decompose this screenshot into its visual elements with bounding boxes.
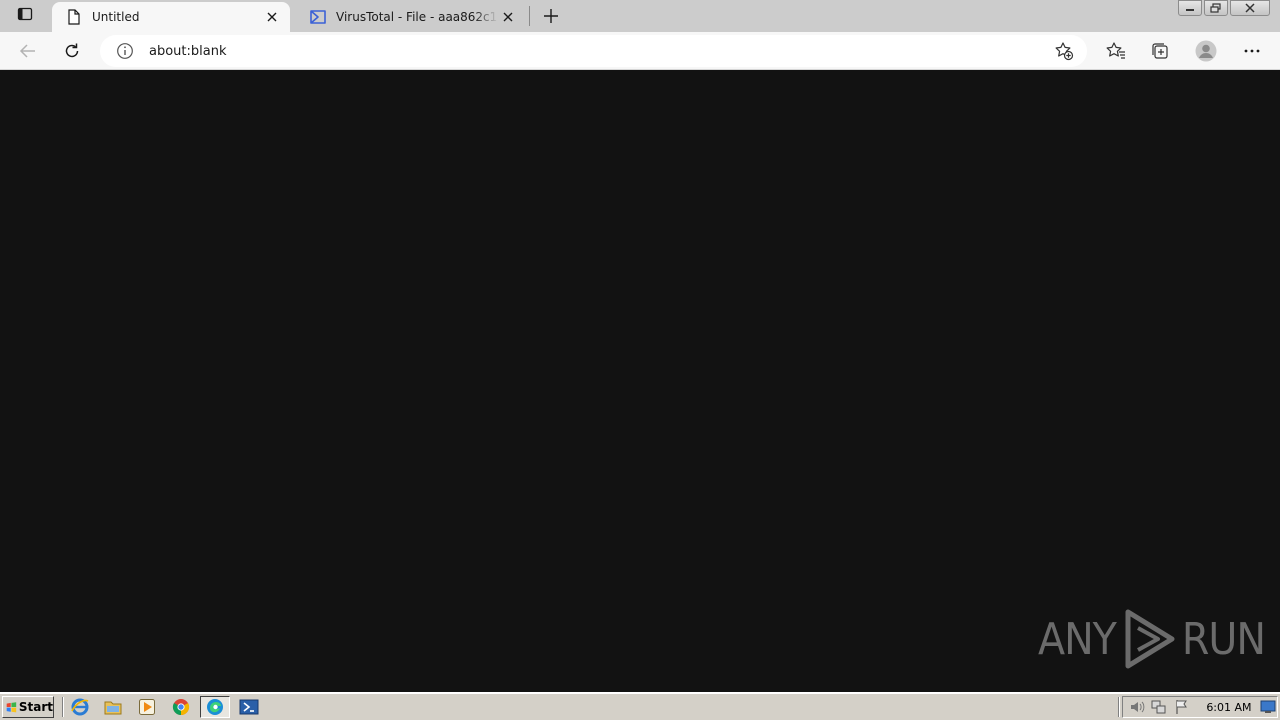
clock[interactable]: 6:01 AM bbox=[1206, 701, 1251, 714]
minimize-button[interactable] bbox=[1178, 0, 1202, 16]
windows-logo-icon bbox=[6, 702, 17, 713]
address-bar[interactable] bbox=[100, 35, 1087, 67]
restore-icon bbox=[1210, 3, 1221, 13]
show-desktop-icon[interactable] bbox=[1260, 698, 1277, 716]
system-tray: 6:01 AM bbox=[1122, 696, 1278, 718]
volume-icon[interactable] bbox=[1128, 698, 1145, 716]
close-icon bbox=[1245, 3, 1255, 13]
action-center-flag-icon[interactable] bbox=[1173, 698, 1190, 716]
chrome-icon bbox=[172, 699, 190, 716]
tab-virustotal[interactable]: VirusTotal - File - aaa862c14154 bbox=[296, 2, 526, 32]
ie-taskbar-button[interactable] bbox=[65, 696, 95, 718]
windows-taskbar: Start 6:01 AM bbox=[0, 692, 1280, 720]
powershell-taskbar-button[interactable] bbox=[234, 696, 264, 718]
close-icon bbox=[503, 12, 513, 22]
ie-icon bbox=[71, 698, 89, 716]
collections-button[interactable] bbox=[1145, 36, 1175, 66]
collections-icon bbox=[1152, 43, 1168, 59]
back-arrow-icon bbox=[19, 44, 35, 58]
star-plus-icon bbox=[1055, 42, 1074, 61]
explorer-taskbar-button[interactable] bbox=[98, 696, 128, 718]
edge-taskbar-button[interactable] bbox=[200, 696, 230, 718]
media-player-icon bbox=[139, 699, 155, 715]
tab-title: Untitled bbox=[92, 10, 140, 24]
chrome-taskbar-button[interactable] bbox=[166, 696, 196, 718]
page-content bbox=[0, 71, 1280, 692]
virustotal-icon bbox=[310, 9, 326, 25]
profile-button[interactable] bbox=[1191, 36, 1221, 66]
edge-icon bbox=[207, 699, 223, 715]
tab-close-button[interactable] bbox=[498, 7, 518, 27]
favorites-button[interactable] bbox=[1101, 36, 1131, 66]
watermark-left-text: ANY bbox=[1038, 613, 1117, 665]
window-close-button[interactable] bbox=[1230, 0, 1270, 16]
add-favorite-button[interactable] bbox=[1051, 38, 1077, 64]
close-icon bbox=[267, 12, 277, 22]
media-player-taskbar-button[interactable] bbox=[132, 696, 162, 718]
browser-tabstrip: Untitled VirusTotal - File - aaa862c1415… bbox=[0, 0, 1280, 32]
avatar-icon bbox=[1195, 40, 1217, 62]
settings-more-button[interactable] bbox=[1237, 36, 1267, 66]
tab-title: VirusTotal - File - aaa862c14154 bbox=[336, 10, 498, 24]
tab-untitled[interactable]: Untitled bbox=[52, 2, 290, 32]
anyrun-watermark: ANY RUN bbox=[1038, 606, 1266, 672]
play-logo-icon bbox=[1125, 609, 1175, 669]
window-controls bbox=[1178, 0, 1270, 16]
start-label: Start bbox=[18, 700, 53, 714]
url-input[interactable] bbox=[149, 43, 1051, 59]
restore-button[interactable] bbox=[1204, 0, 1228, 16]
new-tab-button[interactable] bbox=[538, 3, 564, 29]
minimize-icon bbox=[1186, 9, 1194, 11]
powershell-icon bbox=[239, 699, 259, 715]
back-button[interactable] bbox=[13, 36, 43, 66]
info-icon[interactable] bbox=[115, 41, 135, 61]
plus-icon bbox=[544, 9, 558, 23]
watermark-right-text: RUN bbox=[1181, 613, 1266, 665]
tab-actions-button[interactable] bbox=[8, 0, 42, 32]
tray-separator bbox=[1118, 697, 1120, 717]
network-icon[interactable] bbox=[1150, 698, 1167, 716]
refresh-button[interactable] bbox=[57, 36, 87, 66]
tab-actions-icon bbox=[17, 6, 33, 26]
more-dots-icon bbox=[1244, 49, 1260, 53]
start-button[interactable]: Start bbox=[2, 696, 54, 718]
tab-separator bbox=[529, 6, 530, 26]
tab-close-button[interactable] bbox=[262, 7, 282, 27]
page-icon bbox=[66, 9, 82, 25]
folder-icon bbox=[104, 701, 122, 715]
refresh-icon bbox=[65, 43, 79, 58]
favorites-icon bbox=[1106, 42, 1125, 59]
browser-toolbar bbox=[0, 32, 1280, 70]
taskbar-separator bbox=[62, 697, 64, 717]
